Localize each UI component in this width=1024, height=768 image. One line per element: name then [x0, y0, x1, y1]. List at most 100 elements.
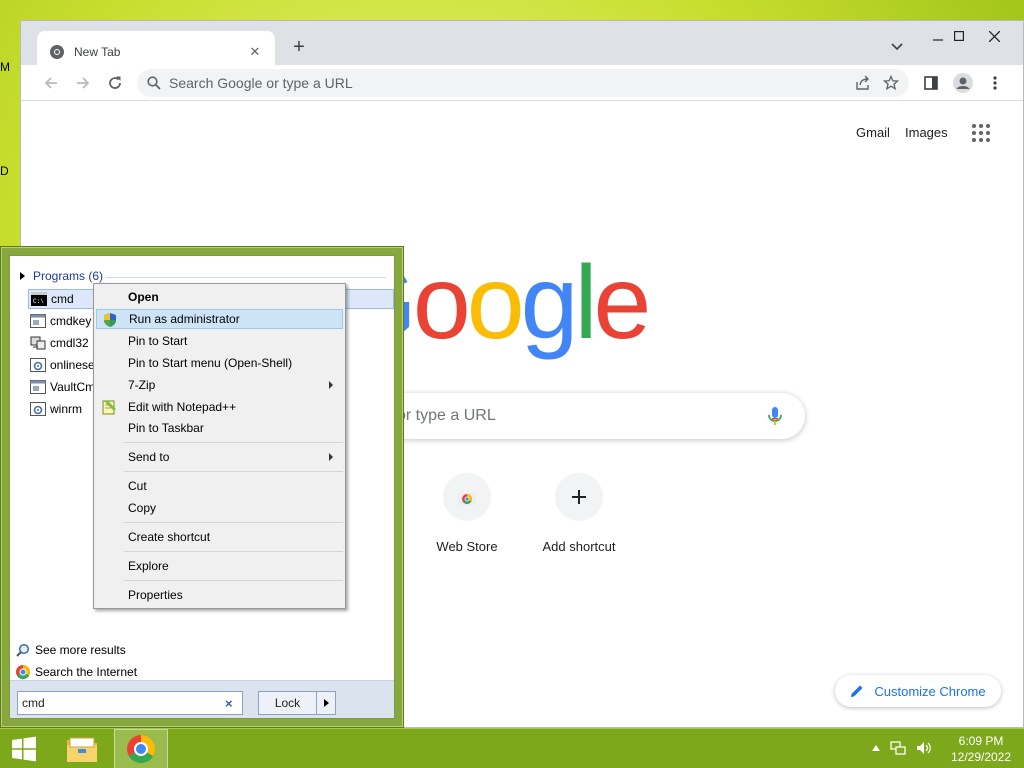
shortcut-add[interactable]: Add shortcut [523, 473, 635, 554]
search-internet-label: Search the Internet [35, 665, 138, 679]
microphone-icon[interactable] [763, 404, 787, 428]
menu-item-label: Send to [128, 450, 170, 464]
network-icon [30, 336, 46, 350]
menu-item-label: 7-Zip [128, 378, 156, 392]
chevron-down-icon[interactable] [887, 37, 907, 57]
system-tray [872, 741, 932, 755]
web-store-icon [443, 473, 491, 521]
chevron-right-icon[interactable] [317, 699, 335, 707]
desktop-icon-label-m: M [0, 60, 10, 74]
logo-letter: e [593, 245, 652, 361]
lock-button[interactable]: Lock [258, 691, 336, 715]
taskbar: 6:09 PM 12/29/2022 [0, 728, 1024, 768]
submenu-arrow-icon [329, 381, 333, 389]
see-more-label: See more results [35, 643, 126, 657]
expand-triangle-icon [20, 272, 25, 280]
new-tab-plus-icon[interactable]: + [287, 35, 311, 59]
forward-arrow-icon[interactable] [69, 69, 97, 97]
logo-letter: g [520, 245, 579, 361]
search-icon [147, 76, 161, 90]
profile-avatar-icon[interactable] [949, 69, 977, 97]
menu-item-pin-to-taskbar[interactable]: Pin to Taskbar [96, 418, 343, 438]
chevron-up-icon[interactable] [872, 745, 880, 751]
logo-letter: l [574, 245, 597, 361]
menu-item-label: Edit with Notepad++ [128, 400, 237, 414]
close-window-icon[interactable] [971, 21, 1017, 51]
search-internet-link[interactable]: Search the Internet [16, 663, 137, 681]
network-icon[interactable] [890, 741, 906, 755]
images-link[interactable]: Images [905, 125, 948, 140]
google-apps-grid-icon[interactable] [971, 123, 991, 143]
menu-item-label: Cut [128, 479, 147, 493]
program-label: cmdl32 [50, 336, 89, 350]
omnibox[interactable]: Search Google or type a URL [137, 69, 909, 97]
chrome-icon [16, 665, 30, 679]
menu-item-label: Pin to Taskbar [128, 421, 204, 435]
menu-item-properties[interactable]: Properties [96, 585, 343, 605]
gmail-link[interactable]: Gmail [856, 125, 890, 140]
shortcut-label: Web Store [436, 539, 498, 554]
start-search-bar: cmd × Lock [10, 680, 394, 718]
menu-item-copy[interactable]: Copy [96, 498, 343, 518]
program-label: VaultCm [50, 380, 96, 394]
plus-icon [555, 473, 603, 521]
volume-icon[interactable] [916, 741, 932, 755]
menu-item-explore[interactable]: Explore [96, 556, 343, 576]
menu-item-label: Properties [128, 588, 183, 602]
menu-item-label: Pin to Start [128, 334, 188, 348]
menu-item-send-to[interactable]: Send to [96, 447, 343, 467]
customize-chrome-label: Customize Chrome [874, 683, 986, 699]
bookmark-star-icon[interactable] [883, 75, 899, 91]
window-icon [30, 380, 46, 394]
menu-separator [124, 442, 343, 443]
clock-date: 12/29/2022 [950, 750, 1012, 764]
tab-title: New Tab [74, 45, 121, 59]
menu-separator [124, 580, 343, 581]
menu-item-cut[interactable]: Cut [96, 476, 343, 496]
menu-item-create-shortcut[interactable]: Create shortcut [96, 527, 343, 547]
menu-separator [124, 471, 343, 472]
program-label: cmdkey [50, 314, 92, 328]
submenu-arrow-icon [329, 453, 333, 461]
chrome-icon[interactable] [114, 729, 168, 768]
menu-item-7zip[interactable]: 7-Zip [96, 375, 343, 395]
svg-text:C:\: C:\ [33, 298, 44, 305]
side-panel-icon[interactable] [917, 69, 945, 97]
logo-letter: o [466, 245, 525, 361]
start-search-input[interactable]: cmd [17, 691, 243, 715]
clock-time: 6:09 PM [958, 734, 1004, 748]
kebab-menu-icon[interactable] [981, 69, 1009, 97]
menu-item-pin-to-start-open-shell[interactable]: Pin to Start menu (Open-Shell) [96, 353, 343, 373]
gear-window-icon [30, 358, 46, 372]
pencil-icon [851, 685, 863, 697]
clear-search-icon[interactable]: × [225, 696, 233, 711]
menu-item-label: Run as administrator [129, 312, 240, 326]
gear-window-icon [30, 402, 46, 416]
menu-item-edit-notepad-plus-plus[interactable]: Edit with Notepad++ [96, 397, 343, 417]
uac-shield-icon [104, 313, 116, 327]
chrome-favicon-icon [50, 45, 64, 59]
back-arrow-icon[interactable] [37, 69, 65, 97]
programs-group-header[interactable]: Programs (6) [20, 269, 103, 283]
menu-item-pin-to-start[interactable]: Pin to Start [96, 331, 343, 351]
menu-item-open[interactable]: Open [96, 287, 343, 307]
share-icon[interactable] [855, 75, 871, 91]
see-more-results-link[interactable]: See more results [16, 641, 126, 659]
customize-chrome-button[interactable]: Customize Chrome [835, 675, 1001, 707]
file-explorer-icon[interactable] [58, 729, 106, 768]
logo-letter: o [412, 245, 471, 361]
menu-item-label: Create shortcut [128, 530, 211, 544]
menu-item-run-as-administrator[interactable]: Run as administrator [96, 309, 343, 329]
program-label: winrm [50, 402, 82, 416]
shortcut-web-store[interactable]: Web Store [411, 473, 523, 554]
menu-separator [124, 522, 343, 523]
shortcut-label: Add shortcut [542, 539, 616, 554]
windows-start-icon[interactable] [0, 729, 48, 768]
desktop-icon-label-d: D [0, 164, 9, 178]
close-tab-icon[interactable]: ✕ [247, 44, 263, 60]
taskbar-clock[interactable]: 6:09 PM 12/29/2022 [948, 733, 1014, 765]
programs-group-label: Programs (6) [33, 269, 104, 283]
menu-item-label: Open [128, 290, 159, 304]
omnibox-placeholder: Search Google or type a URL [169, 75, 353, 91]
reload-icon[interactable] [101, 69, 129, 97]
